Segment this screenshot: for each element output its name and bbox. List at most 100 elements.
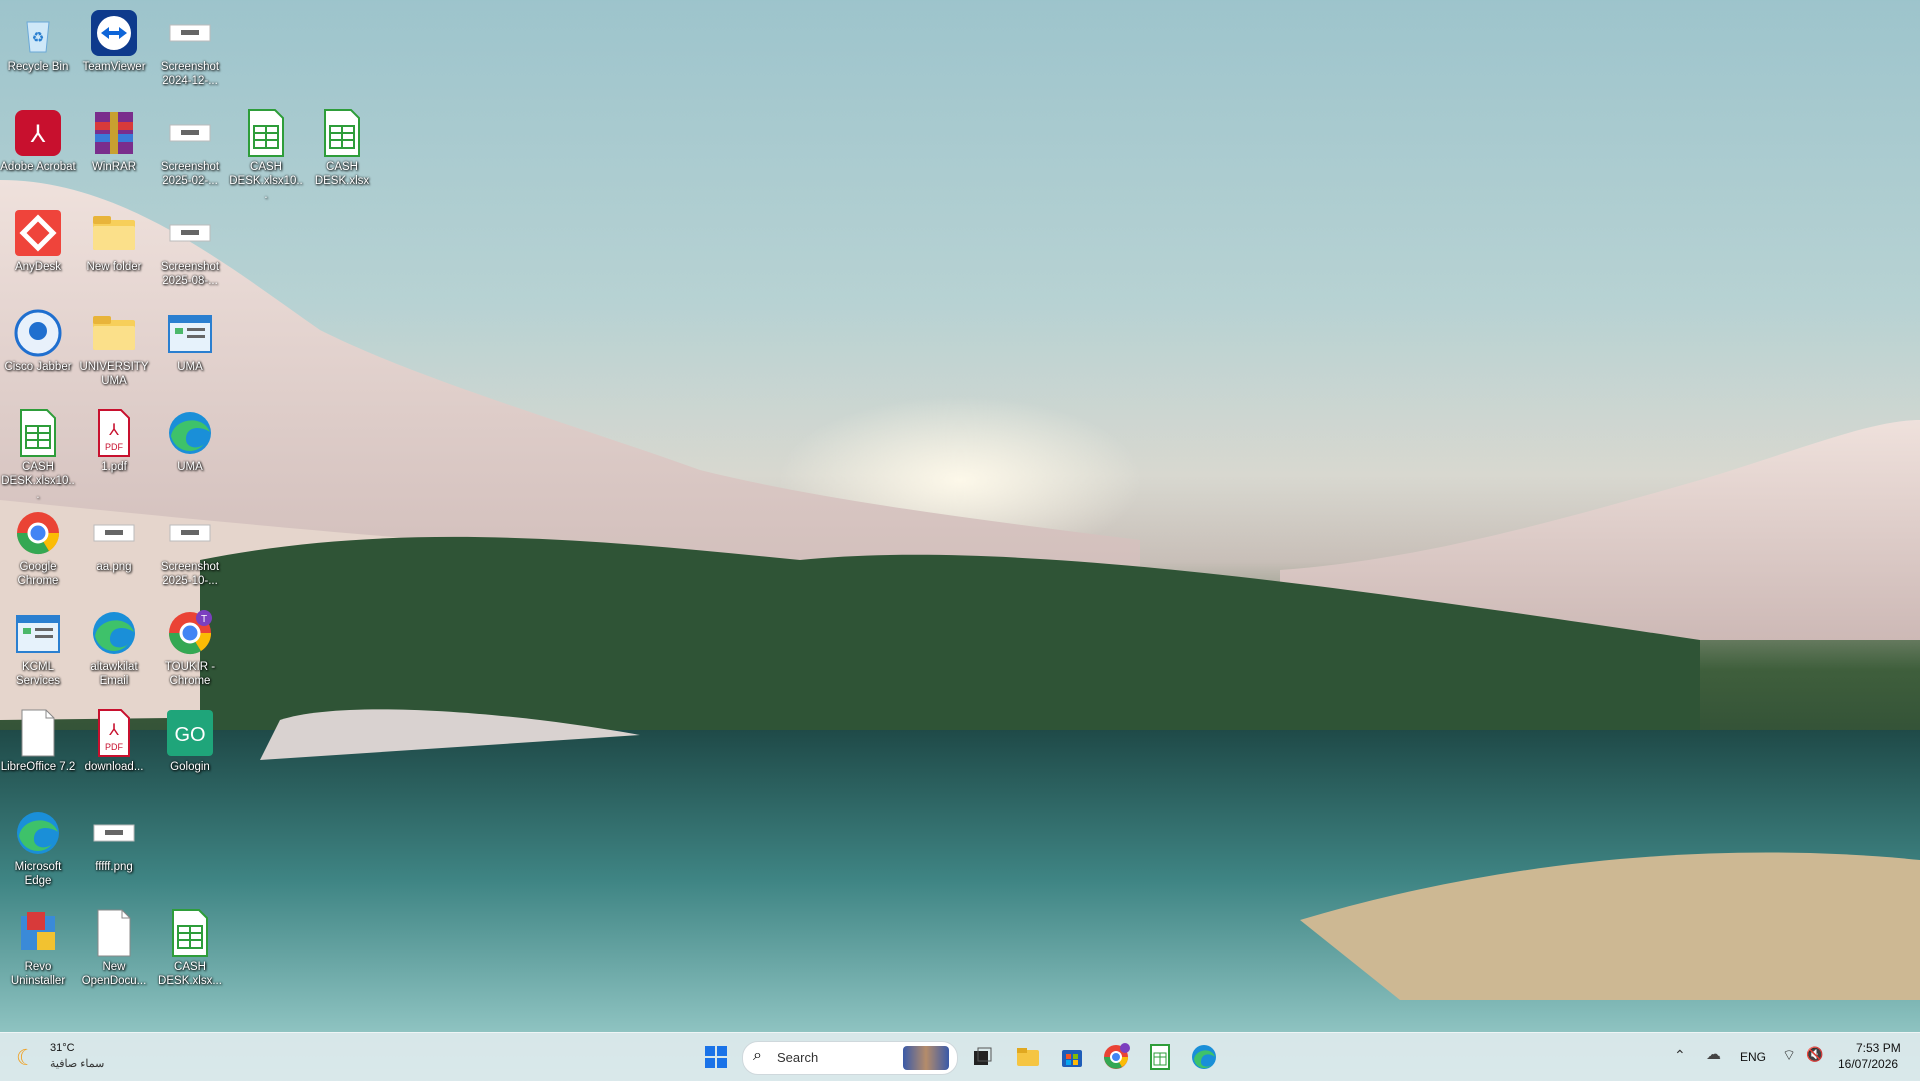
- desktop-icon-label: 1.pdf: [101, 461, 127, 473]
- start-button[interactable]: [700, 1041, 732, 1073]
- desktop-icon[interactable]: Cisco Jabber: [0, 302, 76, 398]
- desktop-icon-label: TOUKIR - Chrome: [164, 661, 216, 687]
- desktop-icon[interactable]: Screenshot 2025-10-...: [152, 502, 228, 598]
- desktop-icon[interactable]: GO Gologin: [152, 702, 228, 798]
- desktop-icon-label: Screenshot 2024-12-...: [160, 61, 220, 87]
- image-file-icon: [165, 108, 215, 158]
- winrar-icon: [89, 108, 139, 158]
- onedrive-status-icon[interactable]: ☁: [1706, 1045, 1721, 1063]
- desktop-icon[interactable]: WinRAR: [76, 102, 152, 198]
- clock-date[interactable]: 16/07/2026: [1838, 1057, 1898, 1071]
- wifi-icon[interactable]: ⌔: [1782, 1046, 1796, 1065]
- pdf-icon: ⅄ PDF: [89, 708, 139, 758]
- search-icon: ⌕: [753, 1047, 762, 1064]
- desktop-icon[interactable]: AnyDesk: [0, 202, 76, 298]
- edge-icon: [89, 608, 139, 658]
- desktop-icon-label: Adobe Acrobat: [0, 161, 76, 173]
- image-file-icon: [89, 508, 139, 558]
- gologin-icon: GO: [165, 708, 215, 758]
- desktop-icon[interactable]: CASH DESK.xlsx10...: [228, 102, 304, 201]
- desktop-icon-label: UNIVERSITY UMA: [79, 361, 149, 387]
- windows-start-icon: [705, 1046, 727, 1068]
- spreadsheet-icon: [13, 408, 63, 458]
- edge-icon: [13, 808, 63, 858]
- recycle-bin-icon: ♻: [13, 8, 63, 58]
- svg-text:♻: ♻: [32, 29, 45, 45]
- svg-text:⅄: ⅄: [108, 722, 119, 739]
- chrome-profile-button[interactable]: [1100, 1041, 1132, 1073]
- desktop-icon-label: Gologin: [170, 761, 210, 773]
- desktop-icon[interactable]: KCML Services: [0, 602, 76, 698]
- chrome-icon: [13, 508, 63, 558]
- desktop-icon[interactable]: New folder: [76, 202, 152, 298]
- file-explorer-icon: [1017, 1048, 1039, 1066]
- desktop-icon[interactable]: Microsoft Edge: [0, 802, 76, 898]
- desktop-icon[interactable]: ♻ Recycle Bin: [0, 2, 76, 98]
- image-file-icon: [165, 8, 215, 58]
- edge-icon: [1192, 1045, 1216, 1069]
- desktop-icon-label: New folder: [86, 261, 142, 273]
- file-explorer-button[interactable]: [1012, 1041, 1044, 1073]
- clock-time[interactable]: 7:53 PM: [1856, 1041, 1901, 1055]
- desktop-icon-label: CASH DESK.xlsx: [314, 161, 370, 187]
- desktop-icon-label: Google Chrome: [17, 561, 59, 587]
- desktop-icon-label: KCML Services: [15, 661, 61, 687]
- task-view-button[interactable]: [966, 1041, 998, 1073]
- desktop-icon-label: aa.png: [96, 561, 132, 573]
- desktop-icon[interactable]: altawkilat Email: [76, 602, 152, 698]
- teamviewer-icon: [89, 8, 139, 58]
- desktop-icon[interactable]: ⅄ Adobe Acrobat: [0, 102, 76, 198]
- desktop-icon[interactable]: Screenshot 2024-12-...: [152, 2, 228, 98]
- search-highlight-image: [903, 1046, 949, 1070]
- spreadsheet-icon: [165, 908, 215, 958]
- taskbar-search-box[interactable]: ⌕ Search: [742, 1041, 958, 1075]
- desktop-icon[interactable]: UMA: [152, 402, 228, 498]
- desktop-icon[interactable]: fffff.png: [76, 802, 152, 898]
- anydesk-icon: [13, 208, 63, 258]
- desktop-icon[interactable]: CASH DESK.xlsx10...: [0, 402, 76, 501]
- desktop-icon-label: New OpenDocu...: [81, 961, 147, 987]
- show-hidden-icons-chevron[interactable]: ⌃: [1674, 1047, 1686, 1064]
- desktop-icon[interactable]: UMA: [152, 302, 228, 398]
- acrobat-icon: ⅄: [13, 108, 63, 158]
- volume-muted-icon[interactable]: 🔇: [1806, 1046, 1823, 1063]
- desktop-icon[interactable]: TeamViewer: [76, 2, 152, 98]
- desktop-icon[interactable]: T TOUKIR - Chrome: [152, 602, 228, 698]
- desktop-icon-label: fffff.png: [95, 861, 133, 873]
- language-indicator[interactable]: ENG: [1740, 1050, 1766, 1064]
- desktop-icon[interactable]: ⅄ PDF download...: [76, 702, 152, 798]
- svg-text:T: T: [201, 614, 207, 625]
- desktop-icon-label: AnyDesk: [14, 261, 62, 273]
- desktop-icon[interactable]: aa.png: [76, 502, 152, 598]
- edge-button[interactable]: [1188, 1041, 1220, 1073]
- desktop-icon[interactable]: CASH DESK.xlsx...: [152, 902, 228, 998]
- desktop-icon-label: Revo Uninstaller: [10, 961, 66, 987]
- desktop-icon[interactable]: New OpenDocu...: [76, 902, 152, 998]
- desktop-icon-label: Screenshot 2025-10-...: [160, 561, 220, 587]
- desktop-icon[interactable]: Screenshot 2025-02-...: [152, 102, 228, 198]
- desktop-icon-label: Recycle Bin: [7, 61, 69, 73]
- spreadsheet-icon: [241, 108, 291, 158]
- svg-text:⅄: ⅄: [108, 422, 119, 439]
- pdf-icon: ⅄ PDF: [89, 408, 139, 458]
- store-icon: [1062, 1050, 1082, 1067]
- desktop-icon[interactable]: CASH DESK.xlsx: [304, 102, 380, 198]
- desktop-icon-label: LibreOffice 7.2: [0, 761, 76, 773]
- weather-condition: سماء صافية: [50, 1058, 105, 1070]
- svg-text:PDF: PDF: [105, 742, 124, 752]
- desktop-icon[interactable]: ⅄ PDF 1.pdf: [76, 402, 152, 498]
- desktop-icon-label: CASH DESK.xlsx10...: [229, 161, 303, 201]
- weather-widget[interactable]: ☾ 31°C سماء صافية: [16, 1041, 136, 1073]
- svg-text:GO: GO: [174, 724, 205, 746]
- image-file-icon: [165, 208, 215, 258]
- task-view-icon: [974, 1047, 992, 1065]
- desktop-icon[interactable]: LibreOffice 7.2: [0, 702, 76, 798]
- desktop-icon-label: Screenshot 2025-02-...: [160, 161, 220, 187]
- desktop-icon[interactable]: Google Chrome: [0, 502, 76, 598]
- store-button[interactable]: [1056, 1041, 1088, 1073]
- desktop-icon[interactable]: UNIVERSITY UMA: [76, 302, 152, 398]
- desktop-icon-label: Microsoft Edge: [14, 861, 62, 887]
- spreadsheet-button[interactable]: [1144, 1041, 1176, 1073]
- desktop-icon[interactable]: Revo Uninstaller: [0, 902, 76, 998]
- desktop-icon[interactable]: Screenshot 2025-08-...: [152, 202, 228, 298]
